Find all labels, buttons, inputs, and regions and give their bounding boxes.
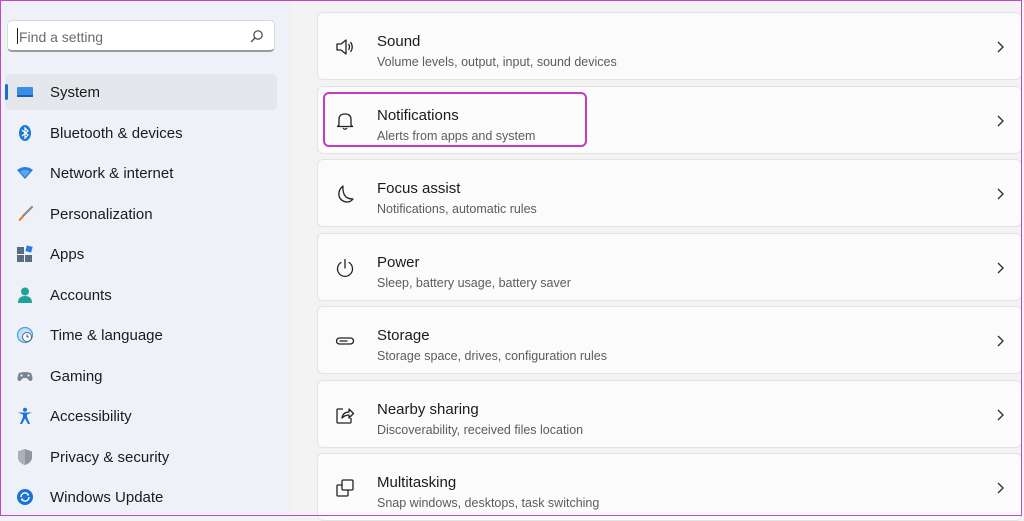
sidebar-item-windows-update[interactable]: Windows Update	[5, 479, 277, 515]
sidebar-item-label: Accounts	[50, 286, 112, 304]
storage-icon	[335, 331, 355, 351]
moon-icon	[335, 184, 355, 204]
accessibility-icon	[16, 407, 34, 425]
account-icon	[16, 286, 34, 304]
setting-subtitle: Discoverability, received files location	[377, 423, 584, 437]
text-caret	[17, 28, 18, 44]
update-icon	[16, 488, 34, 506]
sidebar-item-label: Apps	[50, 246, 85, 263]
settings-main: Sound Volume levels, output, input, soun…	[290, 0, 1024, 521]
sidebar-item-time-language[interactable]: Time & language	[5, 317, 277, 353]
chevron-right-icon	[995, 481, 1005, 495]
sidebar-item-apps[interactable]: Apps	[5, 236, 277, 272]
setting-card-sound[interactable]: Sound Volume levels, output, input, soun…	[317, 12, 1022, 80]
setting-card-focus-assist[interactable]: Focus assist Notifications, automatic ru…	[317, 159, 1022, 227]
brush-icon	[16, 205, 34, 223]
setting-card-nearby-sharing[interactable]: Nearby sharing Discoverability, received…	[317, 380, 1022, 448]
search-icon[interactable]	[250, 29, 264, 43]
setting-subtitle: Volume levels, output, input, sound devi…	[377, 55, 617, 69]
setting-card-power[interactable]: Power Sleep, battery usage, battery save…	[317, 233, 1022, 301]
active-indicator	[5, 84, 8, 100]
multitasking-icon	[335, 478, 355, 498]
search-input[interactable]	[17, 27, 241, 47]
sidebar-item-label: Windows Update	[50, 489, 164, 506]
chevron-right-icon	[995, 261, 1005, 275]
sidebar-item-label: System	[50, 84, 101, 101]
sidebar-item-system[interactable]: System	[5, 74, 277, 110]
sidebar-item-accounts[interactable]: Accounts	[5, 277, 277, 313]
setting-title: Storage	[377, 327, 430, 344]
setting-title: Sound	[377, 33, 421, 50]
bell-icon	[335, 111, 355, 131]
setting-subtitle: Alerts from apps and system	[377, 129, 536, 143]
sidebar-item-label: Gaming	[50, 367, 103, 385]
bluetooth-icon	[16, 124, 34, 142]
chevron-right-icon	[995, 114, 1005, 128]
setting-card-storage[interactable]: Storage Storage space, drives, configura…	[317, 306, 1022, 374]
system-icon	[16, 83, 34, 101]
setting-title: Multitasking	[377, 474, 457, 491]
sidebar-item-label: Personalization	[50, 205, 153, 223]
gamepad-icon	[16, 367, 34, 385]
chevron-right-icon	[995, 408, 1005, 422]
sidebar-item-label: Accessibility	[50, 408, 132, 425]
wifi-icon	[16, 164, 34, 182]
shield-icon	[16, 448, 34, 466]
setting-title: Power	[377, 254, 420, 271]
setting-subtitle: Notifications, automatic rules	[377, 202, 537, 216]
setting-subtitle: Sleep, battery usage, battery saver	[377, 276, 571, 290]
globe-clock-icon	[16, 326, 34, 344]
sidebar-item-label: Bluetooth & devices	[50, 124, 183, 142]
speaker-icon	[335, 37, 355, 57]
power-icon	[335, 258, 355, 278]
setting-card-notifications[interactable]: Notifications Alerts from apps and syste…	[317, 86, 1022, 154]
sidebar-item-label: Privacy & security	[50, 448, 170, 466]
setting-subtitle: Storage space, drives, configuration rul…	[377, 349, 607, 363]
sidebar-item-network[interactable]: Network & internet	[5, 155, 277, 191]
apps-icon	[16, 245, 34, 263]
setting-title: Focus assist	[377, 180, 461, 197]
sidebar-item-label: Time & language	[50, 327, 163, 344]
chevron-right-icon	[995, 334, 1005, 348]
sidebar-item-personalization[interactable]: Personalization	[5, 196, 277, 232]
sidebar: System Bluetooth & devices Network & int…	[0, 0, 290, 518]
share-icon	[335, 405, 355, 425]
sidebar-item-accessibility[interactable]: Accessibility	[5, 398, 277, 434]
setting-card-multitasking[interactable]: Multitasking Snap windows, desktops, tas…	[317, 453, 1022, 521]
setting-title: Nearby sharing	[377, 401, 479, 418]
chevron-right-icon	[995, 187, 1005, 201]
search-box[interactable]	[7, 20, 275, 52]
sidebar-item-gaming[interactable]: Gaming	[5, 358, 277, 394]
setting-subtitle: Snap windows, desktops, task switching	[377, 496, 600, 510]
sidebar-item-bluetooth[interactable]: Bluetooth & devices	[5, 115, 277, 151]
setting-title: Notifications	[377, 107, 459, 124]
sidebar-nav: System Bluetooth & devices Network & int…	[5, 74, 277, 520]
sidebar-item-privacy-security[interactable]: Privacy & security	[5, 439, 277, 475]
sidebar-item-label: Network & internet	[50, 165, 174, 182]
chevron-right-icon	[995, 40, 1005, 54]
